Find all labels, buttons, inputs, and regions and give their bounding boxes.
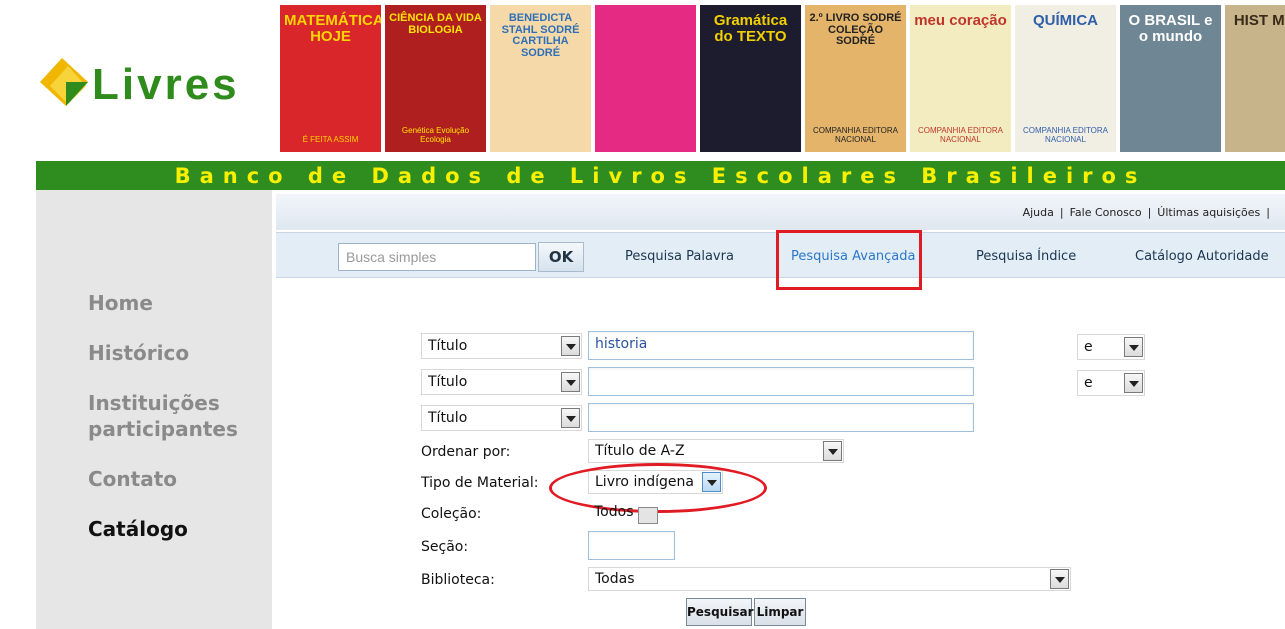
term-input-3[interactable] — [588, 403, 974, 432]
book-cover-subtitle: É FEITA ASSIM — [302, 135, 359, 144]
nav-catalogo[interactable]: Catálogo — [88, 516, 188, 542]
tab-pesquisa-palavra[interactable]: Pesquisa Palavra — [625, 249, 734, 264]
nav-historico[interactable]: Histórico — [88, 340, 189, 366]
book-cover-subtitle: COMPANHIA EDITORA NACIONAL — [812, 126, 899, 144]
top-links: Ajuda | Fale Conosco | Últimas aquisições | — [1020, 206, 1273, 219]
book-cover-title: 2.º LIVRO SODRÉ COLEÇÃO SODRÉ — [809, 12, 902, 48]
book-cover-title: HIST MODE — [1233, 12, 1285, 29]
book-cover-subtitle: Genética Evolução Ecologia — [401, 126, 470, 144]
section-input[interactable] — [588, 531, 675, 560]
sidebar: Home Histórico Instituições participante… — [36, 190, 272, 629]
term-input-2[interactable] — [588, 367, 974, 396]
simple-search-input[interactable]: Busca simples — [338, 243, 536, 271]
term-input-1[interactable]: historia — [588, 331, 974, 360]
field-select-value: Título — [428, 374, 468, 390]
help-link[interactable]: Ajuda — [1023, 206, 1054, 219]
acquisitions-link[interactable]: Últimas aquisições — [1157, 206, 1260, 219]
book-cover-subtitle: COMPANHIA EDITORA NACIONAL — [917, 126, 1004, 144]
book-cover: CIÊNCIA DA VIDA BIOLOGIA Genética Evoluçã… — [385, 5, 486, 152]
library-value: Todas — [595, 571, 635, 587]
library-label: Biblioteca: — [421, 572, 495, 588]
collection-value[interactable]: Todos — [594, 504, 633, 520]
field-select-value: Título — [428, 338, 468, 354]
logo-book-icon — [40, 58, 88, 106]
field-select-value: Título — [428, 410, 468, 426]
collection-dropdown-button[interactable] — [638, 507, 658, 524]
tab-pesquisa-indice[interactable]: Pesquisa Índice — [976, 249, 1076, 264]
highlight-ellipse — [549, 463, 767, 513]
order-label: Ordenar por: — [421, 444, 511, 460]
top-links-bar: Ajuda | Fale Conosco | Últimas aquisições | — [276, 194, 1285, 230]
site-logo[interactable]: Livres — [36, 48, 256, 118]
tab-catalogo-autoridade[interactable]: Catálogo Autoridade — [1135, 249, 1269, 264]
book-cover: MATEMÁTICA HOJE É FEITA ASSIM — [280, 5, 381, 152]
separator: | — [1266, 206, 1270, 219]
book-cover-title: CIÊNCIA DA VIDA BIOLOGIA — [389, 12, 482, 36]
book-cover: HIST MODE — [1225, 5, 1285, 152]
book-cover: BENEDICTA STAHL SODRÉ CARTILHA SODRÉ — [490, 5, 591, 152]
nav-instituicoes[interactable]: Instituições participantes — [88, 390, 258, 442]
book-cover-strip: MATEMÁTICA HOJE É FEITA ASSIM CIÊNCIA DA V… — [280, 5, 1285, 153]
contact-link[interactable]: Fale Conosco — [1070, 206, 1142, 219]
book-cover-title: O BRASIL e o mundo — [1128, 12, 1213, 45]
section-label: Seção: — [421, 539, 469, 555]
nav-contato[interactable]: Contato — [88, 466, 177, 492]
nav-home[interactable]: Home — [88, 290, 153, 316]
ok-button[interactable]: OK — [538, 242, 584, 272]
field-select-2[interactable]: Título — [421, 369, 582, 395]
chevron-down-icon — [561, 336, 580, 356]
book-cover-title: Gramática do TEXTO — [713, 12, 788, 45]
order-select[interactable]: Título de A-Z — [588, 439, 844, 463]
chevron-down-icon — [561, 408, 580, 428]
book-cover-title: QUÍMICA — [1033, 12, 1098, 29]
chevron-down-icon — [1124, 373, 1143, 393]
operator-select-1[interactable]: e — [1077, 334, 1145, 360]
search-button[interactable]: Pesquisar — [686, 598, 753, 626]
field-select-1[interactable]: Título — [421, 333, 582, 359]
chevron-down-icon — [1124, 337, 1143, 357]
book-cover-title: MATEMÁTICA HOJE — [284, 12, 381, 45]
operator-value: e — [1084, 375, 1093, 391]
chevron-down-icon — [1050, 569, 1069, 589]
separator: | — [1059, 206, 1064, 219]
book-cover: meu coração COMPANHIA EDITORA NACIONAL — [910, 5, 1011, 152]
order-value: Título de A-Z — [595, 443, 685, 459]
chevron-down-icon — [561, 372, 580, 392]
collection-label: Coleção: — [421, 506, 482, 522]
material-label: Tipo de Material: — [421, 475, 539, 491]
book-cover: O BRASIL e o mundo — [1120, 5, 1221, 152]
book-cover-subtitle: COMPANHIA EDITORA NACIONAL — [1022, 126, 1109, 144]
separator: | — [1147, 206, 1152, 219]
book-cover-title: meu coração — [914, 12, 1007, 29]
library-select[interactable]: Todas — [588, 567, 1071, 591]
book-cover-title: BENEDICTA STAHL SODRÉ CARTILHA SODRÉ — [501, 12, 580, 59]
book-cover: Gramática do TEXTO — [700, 5, 801, 152]
book-cover — [595, 5, 696, 152]
search-bar: Busca simples OK Pesquisa Palavra Pesqui… — [276, 230, 1285, 290]
clear-button[interactable]: Limpar — [754, 598, 806, 626]
chevron-down-icon — [823, 441, 842, 461]
book-cover: QUÍMICA COMPANHIA EDITORA NACIONAL — [1015, 5, 1116, 152]
banner-title: Banco de Dados de Livros Escolares Brasi… — [174, 164, 1147, 188]
field-select-3[interactable]: Título — [421, 405, 582, 431]
highlight-box — [776, 230, 922, 290]
operator-value: e — [1084, 339, 1093, 355]
site-banner: Banco de Dados de Livros Escolares Brasi… — [36, 161, 1285, 190]
logo-text: Livres — [92, 60, 240, 109]
operator-select-2[interactable]: e — [1077, 370, 1145, 396]
book-cover: 2.º LIVRO SODRÉ COLEÇÃO SODRÉ COMPANHIA E… — [805, 5, 906, 152]
